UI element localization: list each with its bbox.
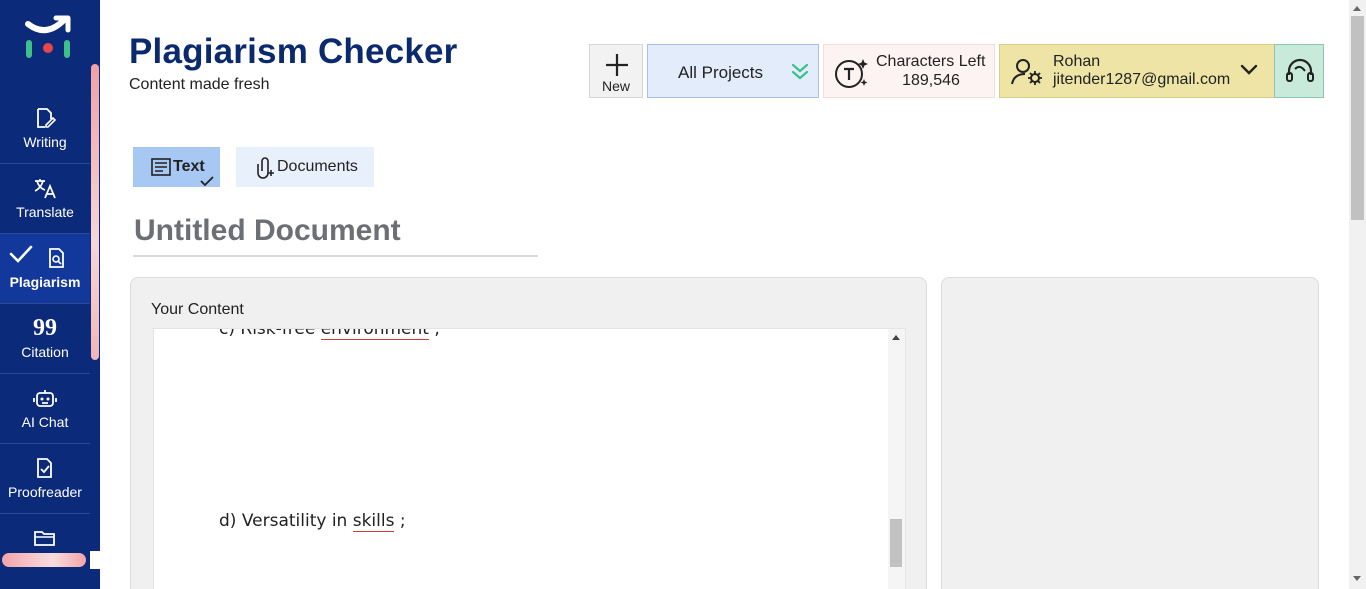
document-title-input[interactable]: Untitled Document <box>133 212 538 257</box>
flagged-word[interactable]: environment <box>320 329 429 340</box>
page-scrollbar[interactable] <box>1349 0 1366 589</box>
sidebar-item-plagiarism[interactable]: Plagiarism <box>0 234 90 304</box>
page-title: Plagiarism Checker <box>129 32 458 71</box>
folder-icon <box>0 526 90 550</box>
characters-left-label: Characters Left <box>876 53 986 70</box>
writing-icon <box>0 106 90 130</box>
flagged-word[interactable]: skills <box>352 511 395 532</box>
scroll-up-arrow-icon[interactable] <box>1353 6 1361 11</box>
translate-icon <box>0 176 90 200</box>
tab-text[interactable]: Text <box>133 147 220 187</box>
characters-left-value: 189,546 <box>902 72 960 89</box>
chevron-down-icon <box>1240 63 1258 82</box>
citation-icon: 99 <box>33 315 57 341</box>
results-panel <box>941 277 1319 589</box>
plagiarism-icon <box>24 246 90 270</box>
user-menu[interactable]: Rohan jitender1287@gmail.com <box>999 44 1275 98</box>
sidebar-item-label: Writing <box>23 134 67 150</box>
user-email: jitender1287@gmail.com <box>1053 71 1231 88</box>
content-panel: Your Content c) Risk-free environment ; … <box>130 277 927 589</box>
page-subtitle: Content made fresh <box>129 76 270 93</box>
tab-documents[interactable]: Documents <box>236 147 374 187</box>
sidebar-item-label: Proofreader <box>8 484 82 500</box>
sidebar-item-label: Translate <box>16 204 74 220</box>
line-text: ; <box>428 328 441 339</box>
sidebar-item-citation[interactable]: 99 Citation <box>0 304 90 374</box>
all-projects-dropdown[interactable]: All Projects <box>647 44 819 98</box>
sidebar-item-proofreader[interactable]: Proofreader <box>0 444 90 514</box>
sidebar-item-translate[interactable]: Translate <box>0 164 90 234</box>
sidebar-item-ai-chat[interactable]: AI Chat <box>0 374 90 444</box>
line-text: ; <box>394 511 406 531</box>
content-label: Your Content <box>151 301 244 318</box>
text-credits-icon <box>832 57 868 94</box>
editor-scrollbar[interactable] <box>888 329 905 589</box>
attachment-icon <box>256 157 276 184</box>
sidebar-item-folder[interactable] <box>0 514 90 584</box>
sidebar-item-writing[interactable]: Writing <box>0 94 90 164</box>
all-projects-label: All Projects <box>678 63 764 82</box>
editor-scrollbar-thumb[interactable] <box>890 519 902 567</box>
proofreader-icon <box>0 456 90 480</box>
sidebar-item-label: AI Chat <box>21 414 69 430</box>
headset-icon <box>1285 57 1315 92</box>
selected-check-icon <box>200 173 214 191</box>
line-text: d) Versatility in <box>219 511 353 531</box>
sidebar-item-label: Plagiarism <box>9 274 81 290</box>
double-chevron-down-icon <box>790 62 810 87</box>
scroll-up-arrow-icon[interactable] <box>892 335 900 340</box>
robot-icon <box>0 386 90 410</box>
page-scrollbar-thumb[interactable] <box>1351 16 1364 220</box>
sidebar: Writing Translate Plagiarism 99 Citation… <box>0 0 100 589</box>
user-name: Rohan <box>1053 53 1101 70</box>
text-doc-icon <box>151 158 171 181</box>
new-button-label: New <box>601 78 630 94</box>
brand-logo-icon[interactable] <box>22 14 74 64</box>
sidebar-horizontal-scrollbar[interactable] <box>0 551 90 569</box>
editor-line: d) Versatility in skills ; <box>219 511 406 532</box>
editor-line: c) Risk-free environment ; <box>219 328 441 340</box>
user-settings-icon <box>1010 57 1044 92</box>
scrollbar-corner <box>90 551 100 569</box>
tab-documents-label: Documents <box>277 158 358 175</box>
line-text: c) Risk-free <box>219 328 321 339</box>
characters-left-indicator: Characters Left 189,546 <box>823 44 995 98</box>
scroll-down-arrow-icon[interactable] <box>1353 576 1361 581</box>
support-button[interactable] <box>1274 44 1324 98</box>
sidebar-item-label: Citation <box>21 344 69 360</box>
new-button[interactable]: New <box>589 44 643 98</box>
sidebar-horizontal-scrollbar-thumb[interactable] <box>2 553 86 567</box>
content-editor[interactable]: c) Risk-free environment ; d) Versatilit… <box>153 328 906 589</box>
sidebar-scrollbar-thumb[interactable] <box>91 64 99 360</box>
